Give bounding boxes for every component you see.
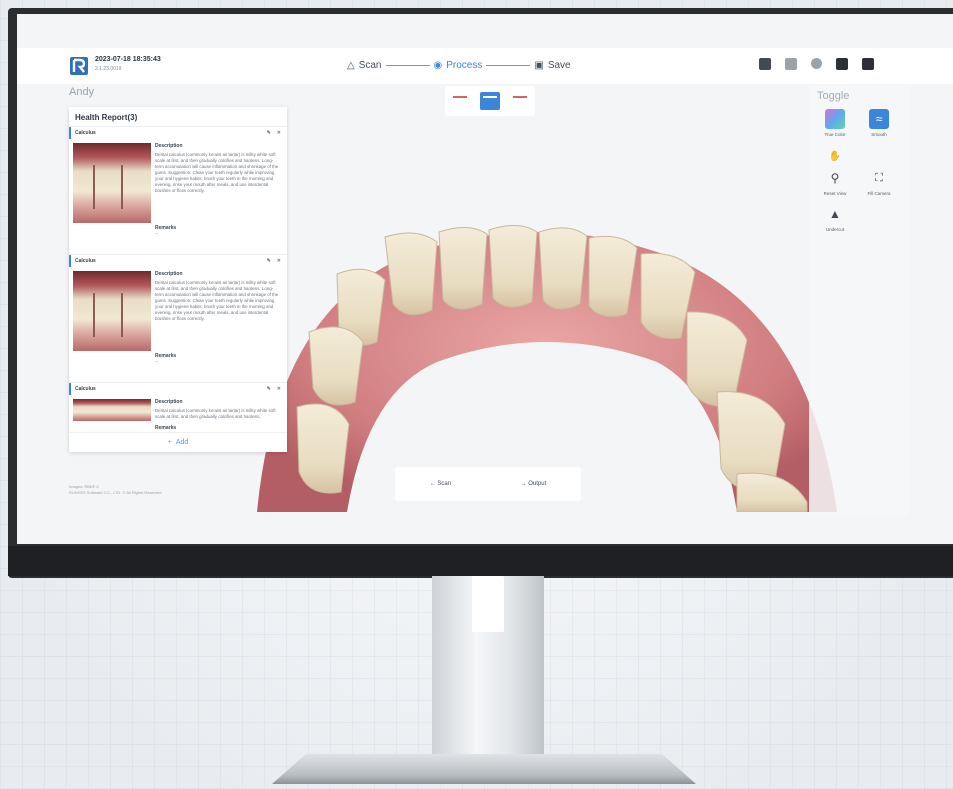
true-color-icon — [825, 109, 845, 129]
entry-actions: ✎ ✕ — [267, 386, 281, 392]
workflow-steps: △ Scan ◉ Process ▣ Save — [347, 60, 571, 71]
header-actions — [759, 58, 888, 70]
tab-lower-jaw[interactable] — [510, 92, 530, 110]
smooth-button[interactable]: ≈ Smooth — [857, 109, 901, 137]
true-color-button[interactable]: True Color — [813, 109, 857, 137]
description-text: Dental calculus (commonly known as tarta… — [155, 152, 279, 193]
fill-camera-button[interactable]: ⛶ Fill Camera — [857, 168, 901, 197]
undercut-icon: ▲ — [829, 207, 841, 221]
arrow-right-icon: → — [520, 481, 527, 487]
health-report-panel: Health Report(3) Calculus ✎ ✕ Descriptio… — [69, 107, 287, 452]
step-scan[interactable]: △ Scan — [347, 60, 382, 71]
true-color-label: True Color — [824, 132, 846, 137]
step-process-label: Process — [446, 60, 483, 71]
entry-actions: ✎ ✕ — [267, 258, 281, 264]
footer-line-2: RUNYES Software CO., LTD. © All Rights R… — [69, 490, 162, 496]
health-report-title: Health Report(3) — [75, 113, 138, 122]
arrow-left-icon: ← — [429, 481, 436, 487]
edit-icon[interactable]: ✎ — [267, 130, 271, 136]
session-timestamp: 2023-07-18 18:35:43 — [95, 56, 161, 63]
bottom-navigation: ← Scan → Output — [395, 467, 581, 501]
step-save-label: Save — [547, 60, 571, 71]
minimize-icon[interactable] — [836, 58, 848, 70]
version-label: 2.1.23.0019 — [95, 66, 122, 72]
step-connector — [385, 65, 430, 66]
step-scan-label: Scan — [358, 60, 382, 71]
close-icon[interactable] — [862, 58, 874, 70]
monitor-chin — [8, 546, 953, 576]
window-icon[interactable] — [785, 58, 797, 70]
entry-tag: Calculus — [75, 386, 96, 392]
description-text: Dental calculus (commonly known as tarta… — [155, 280, 279, 321]
intraoral-photo — [73, 271, 151, 351]
process-icon: ◉ — [433, 60, 443, 71]
back-label: Scan — [437, 481, 452, 487]
app-logo-icon — [70, 57, 88, 75]
undercut-label: Undercut — [825, 227, 845, 232]
undercut-button[interactable]: ▲ Undercut — [813, 204, 857, 232]
remarks-value: -- — [155, 359, 159, 365]
hand-icon: ✋ — [828, 150, 842, 162]
reset-view-label: Reset View — [823, 191, 847, 196]
report-entry[interactable]: Calculus ✎ ✕ Description Dental calculus… — [69, 254, 287, 382]
entry-header: Calculus ✎ ✕ — [69, 383, 287, 395]
fill-camera-label: Fill Camera — [867, 191, 891, 196]
jaw-view-tabs — [445, 86, 535, 116]
description-label: Description — [155, 271, 183, 277]
reset-view-icon: ⚲ — [830, 171, 840, 185]
remarks-value: -- — [155, 231, 159, 237]
plus-icon: + — [167, 439, 172, 446]
smooth-label: Smooth — [871, 132, 887, 137]
description-label: Description — [155, 399, 183, 405]
edit-icon[interactable]: ✎ — [267, 258, 271, 264]
edit-icon[interactable]: ✎ — [267, 386, 271, 392]
step-process[interactable]: ◉ Process — [434, 60, 483, 71]
back-to-scan-button[interactable]: ← Scan — [430, 481, 451, 487]
description-label: Description — [155, 143, 183, 149]
intraoral-photo — [73, 143, 151, 223]
smooth-icon: ≈ — [869, 109, 889, 129]
tab-upper-jaw[interactable] — [450, 92, 470, 110]
intraoral-photo — [73, 399, 151, 421]
settings-icon[interactable] — [811, 58, 822, 69]
entry-details: Description Dental calculus (commonly kn… — [155, 271, 281, 365]
reset-view-button[interactable]: ⚲ Reset View — [813, 168, 857, 196]
patient-name: Andy — [69, 86, 95, 98]
add-label: Add — [175, 439, 189, 446]
description-text: Dental calculus (commonly known as tarta… — [155, 408, 276, 419]
save-icon: ▣ — [534, 60, 544, 71]
entry-tag: Calculus — [75, 258, 96, 264]
delete-icon[interactable]: ✕ — [277, 386, 281, 392]
monitor-stand-base — [272, 754, 696, 784]
entry-actions: ✎ ✕ — [267, 130, 281, 136]
entry-header: Calculus ✎ ✕ — [69, 255, 287, 267]
scanner-icon: △ — [347, 60, 355, 71]
entry-details: Description Dental calculus (commonly kn… — [155, 143, 281, 237]
entry-tag: Calculus — [75, 130, 96, 136]
toolbar-title: Toggle — [817, 90, 850, 102]
fill-camera-icon: ⛶ — [875, 171, 883, 184]
step-connector — [486, 65, 531, 66]
report-entry[interactable]: Calculus ✎ ✕ Description Dental calculus… — [69, 126, 287, 254]
add-report-button[interactable]: + Add — [69, 432, 287, 452]
app-screen: 2023-07-18 18:35:43 2.1.23.0019 △ Scan ◉… — [17, 14, 953, 544]
output-button[interactable]: → Output — [521, 481, 547, 487]
footer-info: Images: RBDF-0 RUNYES Software CO., LTD.… — [69, 484, 161, 497]
hand-tool[interactable]: ✋ — [813, 146, 857, 169]
app-header: 2023-07-18 18:35:43 2.1.23.0019 △ Scan ◉… — [17, 48, 953, 84]
step-save[interactable]: ▣ Save — [534, 60, 570, 71]
home-icon[interactable] — [759, 58, 771, 70]
entry-header: Calculus ✎ ✕ — [69, 127, 287, 139]
tab-both-jaws[interactable] — [480, 92, 500, 110]
dental-3d-model[interactable] — [217, 192, 857, 512]
delete-icon[interactable]: ✕ — [277, 258, 281, 264]
output-label: Output — [528, 481, 547, 487]
delete-icon[interactable]: ✕ — [277, 130, 281, 136]
monitor-stand-cutout — [472, 576, 504, 632]
